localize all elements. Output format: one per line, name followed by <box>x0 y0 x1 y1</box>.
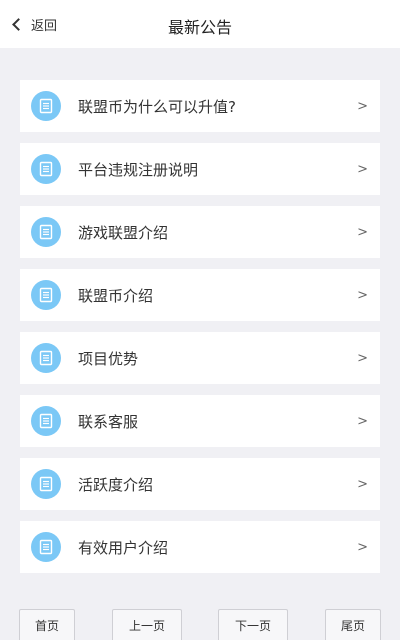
page-title: 最新公告 <box>167 18 232 37</box>
notice-item-valid-users[interactable]: 有效用户介绍 > <box>20 521 380 573</box>
document-icon <box>31 532 61 562</box>
document-icon <box>31 91 61 121</box>
document-icon <box>31 469 61 499</box>
next-page-button[interactable]: 下一页 <box>218 609 288 640</box>
first-page-button[interactable]: 首页 <box>19 609 75 640</box>
notice-item-alliance-coin[interactable]: 联盟币介绍 > <box>20 269 380 321</box>
arrow-right-icon: > <box>357 161 368 177</box>
arrow-right-icon: > <box>357 476 368 492</box>
arrow-right-icon: > <box>357 98 368 114</box>
arrow-right-icon: > <box>357 224 368 240</box>
notice-item-registration-rules[interactable]: 平台违规注册说明 > <box>20 143 380 195</box>
prev-page-button[interactable]: 上一页 <box>112 609 182 640</box>
notice-item-label: 活跃度介绍 <box>78 475 154 494</box>
notice-item-label: 游戏联盟介绍 <box>78 223 169 242</box>
notice-item-game-alliance[interactable]: 游戏联盟介绍 > <box>20 206 380 258</box>
last-page-button[interactable]: 尾页 <box>325 609 381 640</box>
top-bar: 返回 最新公告 <box>0 0 400 48</box>
arrow-right-icon: > <box>357 287 368 303</box>
arrow-right-icon: > <box>357 539 368 555</box>
notice-item-appreciation[interactable]: 联盟币为什么可以升值? > <box>20 80 380 132</box>
notice-item-label: 有效用户介绍 <box>78 538 169 557</box>
pagination: 首页 上一页 下一页 尾页 <box>0 607 400 640</box>
notice-list: 联盟币为什么可以升值? > 平台违规注册说明 > 游戏联盟介绍 > 联盟币介绍 … <box>20 80 380 584</box>
document-icon <box>31 343 61 373</box>
notice-item-label: 联系客服 <box>78 412 139 431</box>
notice-item-label: 项目优势 <box>78 349 139 368</box>
notice-item-label: 联盟币介绍 <box>78 286 154 305</box>
notice-item-label: 平台违规注册说明 <box>78 160 199 179</box>
document-icon <box>31 406 61 436</box>
notice-item-project-advantages[interactable]: 项目优势 > <box>20 332 380 384</box>
document-icon <box>31 154 61 184</box>
notice-item-activity-level[interactable]: 活跃度介绍 > <box>20 458 380 510</box>
arrow-right-icon: > <box>357 413 368 429</box>
notice-item-label: 联盟币为什么可以升值? <box>78 97 236 116</box>
document-icon <box>31 280 61 310</box>
document-icon <box>31 217 61 247</box>
notice-item-customer-service[interactable]: 联系客服 > <box>20 395 380 447</box>
arrow-right-icon: > <box>357 350 368 366</box>
